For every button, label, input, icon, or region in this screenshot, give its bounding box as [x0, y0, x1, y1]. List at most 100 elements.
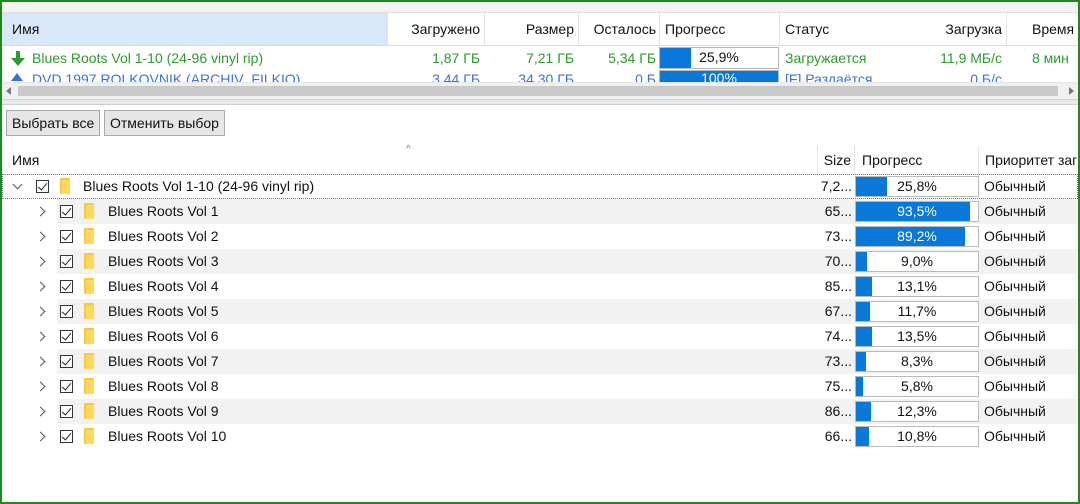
col-separator — [854, 146, 855, 174]
torrent-status: Загружается — [785, 50, 867, 66]
folder-row[interactable]: Blues Roots Vol 7 73... 8,3% Обычный — [2, 349, 1078, 374]
header-time[interactable]: Время — [1032, 13, 1078, 45]
panel-splitter[interactable] — [2, 99, 1078, 105]
folder-row[interactable]: Blues Roots Vol 4 85... 13,1% Обычный — [2, 274, 1078, 299]
chevron-right-icon[interactable] — [35, 356, 46, 367]
file-priority[interactable]: Обычный — [984, 349, 1078, 374]
folder-icon — [84, 353, 94, 369]
app-window: Имя Загружено Размер Осталось Прогресс С… — [0, 0, 1080, 504]
file-size: 65... — [824, 203, 852, 219]
checkbox[interactable] — [60, 230, 73, 243]
checkbox[interactable] — [60, 205, 73, 218]
torrent-download-speed: 11,9 МБ/с — [940, 50, 1002, 66]
torrent-downloaded: 3,44 ГБ — [432, 72, 480, 82]
download-arrow-icon — [11, 51, 25, 66]
files-header-name[interactable]: Имя — [12, 146, 812, 174]
checkbox[interactable] — [60, 380, 73, 393]
file-progress-label: 25,8% — [897, 178, 937, 194]
torrent-progress-label: 100% — [701, 70, 737, 82]
files-header-priority[interactable]: Приоритет заг — [985, 146, 1078, 174]
folder-row[interactable]: Blues Roots Vol 10 66... 10,8% Обычный — [2, 424, 1078, 449]
folder-row[interactable]: Blues Roots Vol 3 70... 9,0% Обычный — [2, 249, 1078, 274]
scroll-left-icon[interactable] — [6, 87, 11, 95]
chevron-right-icon[interactable] — [35, 431, 46, 442]
chevron-right-icon[interactable] — [35, 306, 46, 317]
header-progress[interactable]: Прогресс — [665, 13, 775, 45]
folder-icon — [84, 428, 94, 444]
file-size: 75... — [824, 378, 852, 394]
file-progress-label: 9,0% — [901, 253, 933, 269]
file-size: 70... — [824, 253, 852, 269]
file-progress-bar: 13,1% — [855, 276, 979, 297]
file-priority[interactable]: Обычный — [984, 399, 1078, 424]
folder-row[interactable]: Blues Roots Vol 8 75... 5,8% Обычный — [2, 374, 1078, 399]
folder-name: Blues Roots Vol 5 — [108, 303, 219, 319]
checkbox[interactable] — [36, 180, 49, 193]
file-priority[interactable]: Обычный — [984, 199, 1078, 224]
torrent-row[interactable]: DVD 1997 ROLKOVNIK (ARCHIV_FILKIO) 3,44 … — [2, 70, 1078, 82]
chevron-right-icon[interactable] — [35, 206, 46, 217]
horizontal-scrollbar[interactable] — [2, 82, 1078, 99]
checkbox[interactable] — [60, 330, 73, 343]
folder-icon — [60, 178, 70, 194]
file-size: 67... — [824, 303, 852, 319]
file-priority[interactable]: Обычный — [984, 274, 1078, 299]
file-progress-bar: 93,5% — [855, 201, 979, 222]
files-header-progress[interactable]: Прогресс — [862, 146, 972, 174]
header-name[interactable]: Имя — [12, 13, 382, 45]
file-progress-bar: 11,7% — [855, 301, 979, 322]
file-priority[interactable]: Обычный — [984, 299, 1078, 324]
file-priority[interactable]: Обычный — [984, 174, 1078, 199]
checkbox[interactable] — [60, 280, 73, 293]
header-download-speed[interactable]: Загрузка — [882, 13, 1002, 45]
checkbox[interactable] — [60, 405, 73, 418]
scrollbar-thumb[interactable] — [18, 86, 1058, 96]
torrent-downloaded: 1,87 ГБ — [432, 50, 480, 66]
chevron-right-icon[interactable] — [35, 256, 46, 267]
header-status[interactable]: Статус — [785, 13, 885, 45]
folder-row[interactable]: Blues Roots Vol 2 73... 89,2% Обычный — [2, 224, 1078, 249]
folder-name: Blues Roots Vol 3 — [108, 253, 219, 269]
torrent-row[interactable]: Blues Roots Vol 1-10 (24-96 vinyl rip) 1… — [2, 46, 1078, 70]
checkbox[interactable] — [60, 305, 73, 318]
files-list-header: ^ Имя Size Прогресс Приоритет заг — [2, 145, 1078, 175]
file-priority[interactable]: Обычный — [984, 324, 1078, 349]
folder-row[interactable]: Blues Roots Vol 5 67... 11,7% Обычный — [2, 299, 1078, 324]
select-all-button[interactable]: Выбрать все — [6, 110, 101, 136]
chevron-right-icon[interactable] — [35, 231, 46, 242]
file-progress-label: 12,3% — [897, 403, 937, 419]
chevron-right-icon[interactable] — [35, 406, 46, 417]
folder-row-root[interactable]: Blues Roots Vol 1-10 (24-96 vinyl rip) 7… — [2, 174, 1078, 199]
chevron-right-icon[interactable] — [35, 281, 46, 292]
header-downloaded[interactable]: Загружено — [390, 13, 480, 45]
file-size: 86... — [824, 403, 852, 419]
checkbox[interactable] — [60, 355, 73, 368]
chevron-right-icon[interactable] — [35, 331, 46, 342]
files-header-size[interactable]: Size — [820, 146, 851, 174]
file-size: 73... — [824, 228, 852, 244]
file-progress-bar: 89,2% — [855, 226, 979, 247]
file-priority[interactable]: Обычный — [984, 374, 1078, 399]
folder-row[interactable]: Blues Roots Vol 6 74... 13,5% Обычный — [2, 324, 1078, 349]
file-progress-bar: 12,3% — [855, 401, 979, 422]
file-progress-label: 5,8% — [901, 378, 933, 394]
torrent-size: 34,30 ГБ — [518, 72, 574, 82]
folder-icon — [84, 303, 94, 319]
folder-row[interactable]: Blues Roots Vol 1 65... 93,5% Обычный — [2, 199, 1078, 224]
file-size: 74... — [824, 328, 852, 344]
scroll-right-icon[interactable] — [1069, 87, 1074, 95]
file-priority[interactable]: Обычный — [984, 224, 1078, 249]
file-progress-bar: 10,8% — [855, 426, 979, 447]
file-size: 85... — [824, 278, 852, 294]
chevron-right-icon[interactable] — [35, 381, 46, 392]
deselect-button[interactable]: Отменить выбор — [104, 110, 225, 136]
folder-name: Blues Roots Vol 1 — [108, 203, 219, 219]
checkbox[interactable] — [60, 430, 73, 443]
folder-name: Blues Roots Vol 1-10 (24-96 vinyl rip) — [83, 178, 315, 194]
file-priority[interactable]: Обычный — [984, 424, 1078, 449]
file-priority[interactable]: Обычный — [984, 249, 1078, 274]
header-remaining[interactable]: Осталось — [581, 13, 656, 45]
checkbox[interactable] — [60, 255, 73, 268]
folder-row[interactable]: Blues Roots Vol 9 86... 12,3% Обычный — [2, 399, 1078, 424]
header-size[interactable]: Размер — [487, 13, 574, 45]
